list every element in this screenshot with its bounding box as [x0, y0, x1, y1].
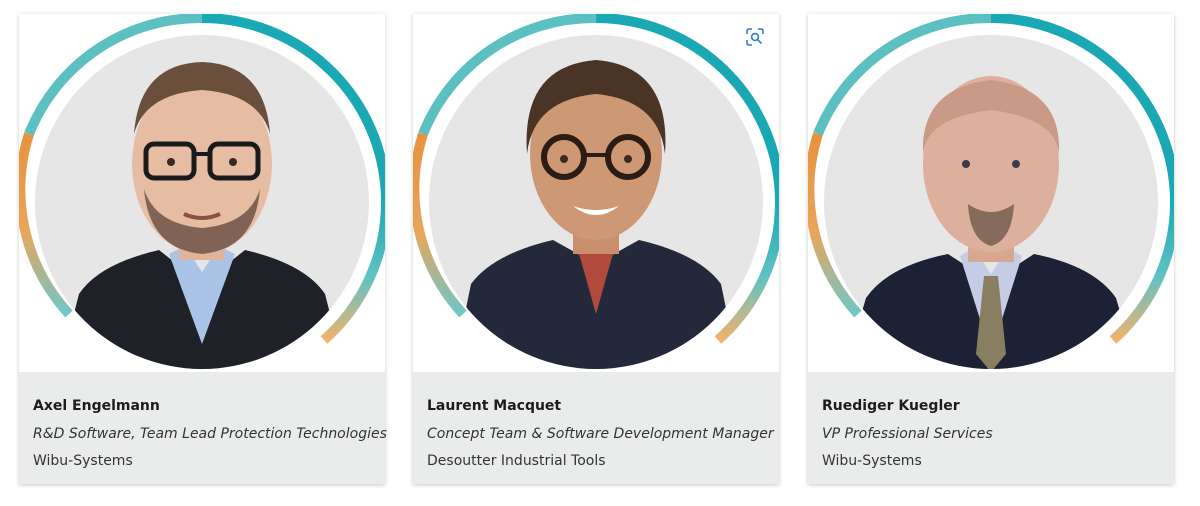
- speaker-photo: [413, 14, 779, 369]
- visual-search-icon[interactable]: [746, 28, 764, 46]
- speaker-card: Ruediger Kuegler VP Professional Service…: [808, 14, 1174, 484]
- speaker-card: Laurent Macquet Concept Team & Software …: [413, 14, 779, 484]
- speaker-name: Ruediger Kuegler: [822, 398, 960, 414]
- speaker-photo-frame: [413, 14, 779, 372]
- speaker-name: Laurent Macquet: [427, 398, 562, 414]
- speaker-card: Axel Engelmann R&D Software, Team Lead P…: [19, 14, 387, 484]
- speaker-company: Wibu-Systems: [822, 453, 922, 469]
- speaker-role: Concept Team & Software Development Mana…: [427, 426, 774, 442]
- speaker-name: Axel Engelmann: [33, 398, 160, 414]
- speaker-company: Wibu-Systems: [33, 453, 133, 469]
- speaker-role: VP Professional Services: [822, 426, 993, 442]
- speaker-company: Desoutter Industrial Tools: [427, 453, 606, 469]
- speaker-photo-frame: [808, 14, 1174, 372]
- speaker-photo: [808, 14, 1174, 369]
- speaker-photo: [19, 14, 385, 369]
- speaker-role: R&D Software, Team Lead Protection Techn…: [33, 426, 387, 442]
- speaker-photo-frame: [19, 14, 385, 372]
